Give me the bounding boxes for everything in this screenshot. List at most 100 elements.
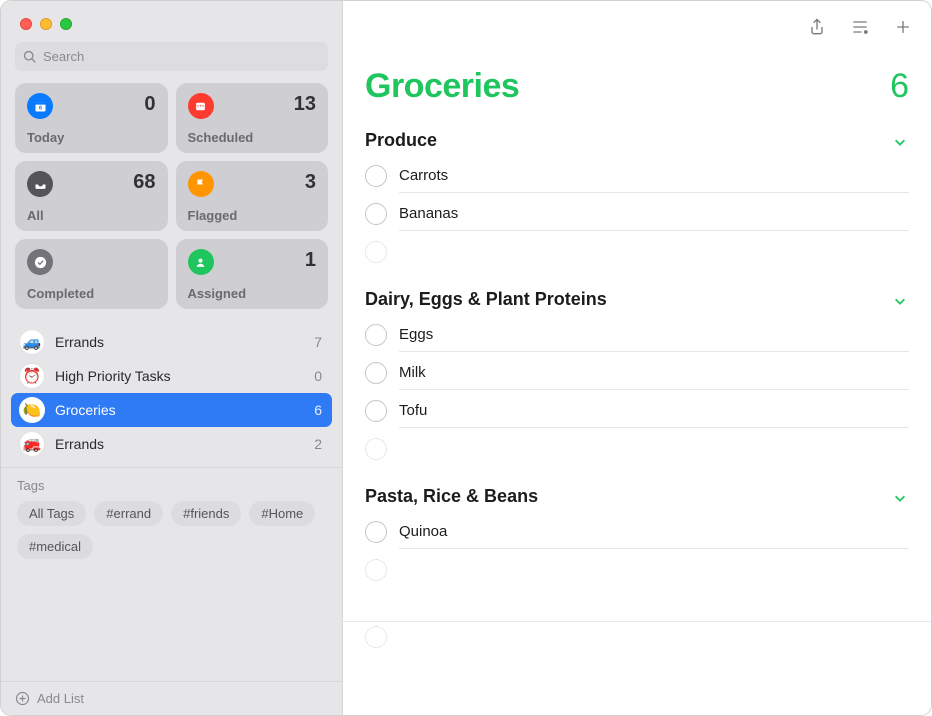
section-header[interactable]: Dairy, Eggs & Plant Proteins [365, 289, 909, 316]
tag-chip[interactable]: #Home [249, 501, 315, 526]
add-list-button[interactable]: Add List [1, 681, 342, 715]
section-title: Pasta, Rice & Beans [365, 486, 538, 507]
plus-circle-icon [15, 691, 30, 706]
completion-circle-icon[interactable] [365, 324, 387, 346]
smart-assigned[interactable]: 1 Assigned [176, 239, 329, 309]
new-item-circle-icon[interactable] [365, 241, 387, 263]
completion-circle-icon[interactable] [365, 203, 387, 225]
chevron-down-icon [893, 133, 909, 149]
new-reminder-button[interactable] [893, 17, 913, 37]
list-badge-count: 6 [314, 402, 322, 418]
section: Produce Carrots Bananas [365, 130, 909, 271]
new-reminder-row[interactable] [343, 622, 931, 662]
reminder-row[interactable]: Tofu [365, 392, 909, 430]
chevron-down-icon [893, 292, 909, 308]
list-icon: ⏰ [19, 363, 45, 389]
reminder-row[interactable]: Carrots [365, 157, 909, 195]
tag-chip[interactable]: #errand [94, 501, 163, 526]
smart-lists: 6 0 Today 13 Scheduled [1, 83, 342, 323]
reminder-title[interactable]: Eggs [399, 318, 909, 352]
reminder-row[interactable]: Bananas [365, 195, 909, 233]
section: Dairy, Eggs & Plant ProteinsEggs Milk Tofu [365, 289, 909, 468]
smart-completed[interactable]: Completed [15, 239, 168, 309]
completion-circle-icon[interactable] [365, 400, 387, 422]
minimize-icon[interactable] [40, 18, 52, 30]
search-icon [23, 50, 37, 64]
tags-section: Tags All Tags #errand #friends #Home #medica… [1, 467, 342, 559]
list-row[interactable]: 🍋Groceries6 [11, 393, 332, 427]
list-row[interactable]: ⏰ High Priority Tasks 0 [11, 359, 332, 393]
tags-container: All Tags #errand #friends #Home #medical [17, 501, 326, 559]
flag-icon [188, 171, 214, 197]
tags-header: Tags [17, 478, 326, 493]
share-icon [807, 17, 827, 37]
section-header[interactable]: Pasta, Rice & Beans [365, 486, 909, 513]
completion-circle-icon[interactable] [365, 165, 387, 187]
section-items: Eggs Milk Tofu [365, 316, 909, 468]
list-icon: 🚒 [19, 431, 45, 457]
new-reminder-circle-icon[interactable] [365, 626, 387, 648]
list-title: Groceries [365, 67, 519, 106]
checkmark-circle-icon [27, 249, 53, 275]
list-row[interactable]: 🚙Errands7 [11, 325, 332, 359]
smart-completed-label: Completed [27, 286, 156, 301]
share-button[interactable] [807, 17, 827, 37]
smart-all-label: All [27, 208, 156, 223]
section-title: Produce [365, 130, 437, 151]
plus-icon [893, 17, 913, 37]
list-icon: 🍋 [19, 397, 45, 423]
maximize-icon[interactable] [60, 18, 72, 30]
view-options-button[interactable] [850, 17, 870, 37]
tag-chip[interactable]: #medical [17, 534, 93, 559]
smart-flagged-label: Flagged [188, 208, 317, 223]
new-item-input[interactable] [399, 560, 909, 580]
list-badge-count: 0 [314, 368, 322, 384]
list-row[interactable]: 🚒Errands2 [11, 427, 332, 461]
smart-assigned-count: 1 [305, 249, 316, 272]
reminder-row[interactable]: Eggs [365, 316, 909, 354]
list-badge-count: 2 [314, 436, 322, 452]
tag-chip[interactable]: All Tags [17, 501, 86, 526]
smart-today[interactable]: 6 0 Today [15, 83, 168, 153]
calendar-today-icon: 6 [27, 93, 53, 119]
smart-scheduled[interactable]: 13 Scheduled [176, 83, 329, 153]
new-item-row[interactable] [365, 551, 909, 589]
new-item-row[interactable] [365, 233, 909, 271]
completion-circle-icon[interactable] [365, 521, 387, 543]
list-count: 6 [890, 67, 909, 106]
section-items: Quinoa [365, 513, 909, 589]
search-container [1, 42, 342, 83]
reminder-title[interactable]: Milk [399, 356, 909, 390]
smart-all[interactable]: 68 All [15, 161, 168, 231]
calendar-icon [188, 93, 214, 119]
smart-scheduled-count: 13 [294, 93, 316, 116]
svg-text:6: 6 [38, 105, 41, 111]
new-item-circle-icon[interactable] [365, 559, 387, 581]
reminder-title[interactable]: Quinoa [399, 515, 909, 549]
reminder-row[interactable]: Milk [365, 354, 909, 392]
smart-today-label: Today [27, 130, 156, 145]
search-field[interactable] [15, 42, 328, 71]
section-items: Carrots Bananas [365, 157, 909, 271]
reminder-title[interactable]: Carrots [399, 159, 909, 193]
section-header[interactable]: Produce [365, 130, 909, 157]
sidebar: 6 0 Today 13 Scheduled [1, 1, 343, 715]
close-icon[interactable] [20, 18, 32, 30]
list-name: High Priority Tasks [55, 368, 171, 384]
new-item-input[interactable] [399, 242, 909, 262]
reminder-title[interactable]: Bananas [399, 197, 909, 231]
search-input[interactable] [43, 49, 320, 64]
smart-flagged[interactable]: 3 Flagged [176, 161, 329, 231]
main-pane: Groceries 6 Produce Carrots Bananas Dairy, … [343, 1, 931, 715]
list-options-icon [850, 17, 870, 37]
tag-chip[interactable]: #friends [171, 501, 241, 526]
toolbar [343, 1, 931, 53]
list-icon: 🚙 [19, 329, 45, 355]
new-item-row[interactable] [365, 430, 909, 468]
completion-circle-icon[interactable] [365, 362, 387, 384]
new-item-input[interactable] [399, 439, 909, 459]
new-item-circle-icon[interactable] [365, 438, 387, 460]
reminder-row[interactable]: Quinoa [365, 513, 909, 551]
smart-assigned-label: Assigned [188, 286, 317, 301]
reminder-title[interactable]: Tofu [399, 394, 909, 428]
